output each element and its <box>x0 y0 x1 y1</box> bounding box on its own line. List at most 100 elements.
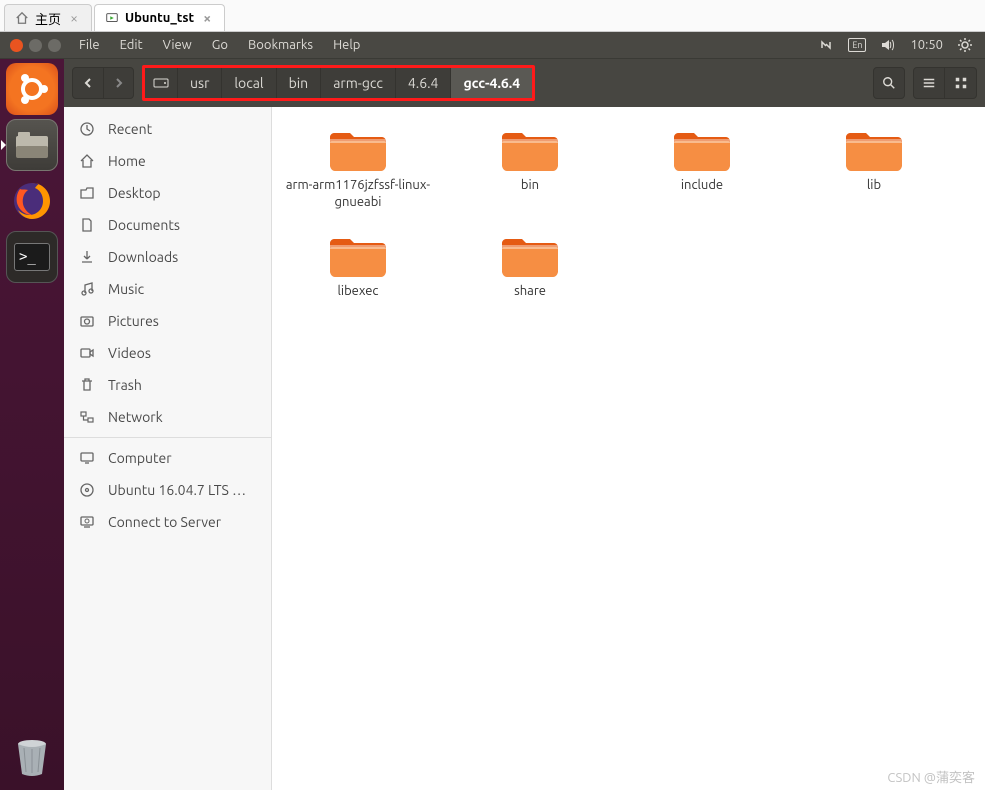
disk-icon[interactable] <box>145 68 177 98</box>
menu-file[interactable]: File <box>71 34 108 56</box>
desktop-icon <box>78 184 96 202</box>
sidebar-item-home[interactable]: Home <box>64 145 271 177</box>
list-view-button[interactable] <box>913 67 945 99</box>
sidebar: Recent Home Desktop Documents Downloads … <box>64 107 272 790</box>
clock[interactable]: 10:50 <box>910 38 943 52</box>
folder-icon <box>330 231 386 277</box>
breadcrumb-seg[interactable]: arm-gcc <box>320 68 395 98</box>
folder-label: bin <box>521 177 539 194</box>
downloads-icon <box>78 248 96 266</box>
host-tab-label: 主页 <box>35 9 61 28</box>
sidebar-item-downloads[interactable]: Downloads <box>64 241 271 273</box>
close-icon[interactable]: × <box>67 10 81 26</box>
menu-view[interactable]: View <box>155 34 200 56</box>
menu-bookmarks[interactable]: Bookmarks <box>240 34 321 56</box>
folder-item[interactable]: arm-arm1176jzfssf-linux-gnueabi <box>272 125 444 211</box>
toolbar: usr local bin arm-gcc 4.6.4 gcc-4.6.4 <box>64 59 985 107</box>
sound-indicator-icon[interactable] <box>880 37 896 53</box>
close-icon[interactable]: × <box>200 10 214 26</box>
home-icon <box>15 11 29 25</box>
menu-edit[interactable]: Edit <box>112 34 151 56</box>
breadcrumb-seg-current[interactable]: gcc-4.6.4 <box>450 68 532 98</box>
sidebar-item-label: Computer <box>108 450 172 466</box>
folder-label: share <box>514 283 546 300</box>
host-tab-home[interactable]: 主页 × <box>4 4 92 31</box>
folder-grid[interactable]: arm-arm1176jzfssf-linux-gnueabi bin includ… <box>272 107 985 790</box>
sidebar-item-computer[interactable]: Computer <box>64 442 271 474</box>
sidebar-item-desktop[interactable]: Desktop <box>64 177 271 209</box>
launcher-files-icon[interactable] <box>6 119 58 171</box>
sidebar-item-trash[interactable]: Trash <box>64 369 271 401</box>
folder-item[interactable]: lib <box>788 125 960 211</box>
gear-icon[interactable] <box>957 37 973 53</box>
launcher-firefox-icon[interactable] <box>6 175 58 227</box>
folder-icon <box>502 231 558 277</box>
sidebar-item-label: Ubuntu 16.04.7 LTS … <box>108 482 246 498</box>
sidebar-item-label: Videos <box>108 345 151 361</box>
launcher-trash-icon[interactable] <box>6 730 58 782</box>
sidebar-item-label: Trash <box>108 377 142 393</box>
folder-icon <box>674 125 730 171</box>
sidebar-item-pictures[interactable]: Pictures <box>64 305 271 337</box>
sidebar-item-label: Downloads <box>108 249 178 265</box>
computer-icon <box>78 449 96 467</box>
folder-label: arm-arm1176jzfssf-linux-gnueabi <box>278 177 438 211</box>
sidebar-item-connect[interactable]: Connect to Server <box>64 506 271 538</box>
window-maximize-button[interactable] <box>48 39 61 52</box>
file-manager-body: Recent Home Desktop Documents Downloads … <box>64 107 985 790</box>
folder-item[interactable]: libexec <box>272 231 444 300</box>
host-tab-label: Ubuntu_tst <box>125 11 194 25</box>
breadcrumb-seg[interactable]: local <box>221 68 275 98</box>
host-tab-ubuntu[interactable]: Ubuntu_tst × <box>94 4 225 31</box>
videos-icon <box>78 344 96 362</box>
sidebar-item-label: Pictures <box>108 313 159 329</box>
input-method-indicator[interactable]: En <box>848 38 866 52</box>
folder-item[interactable]: bin <box>444 125 616 211</box>
documents-icon <box>78 216 96 234</box>
sidebar-item-label: Connect to Server <box>108 514 221 530</box>
sidebar-separator <box>64 437 271 438</box>
breadcrumb-seg[interactable]: 4.6.4 <box>395 68 451 98</box>
folder-label: include <box>681 177 723 194</box>
window-controls <box>0 39 71 52</box>
breadcrumb-seg[interactable]: bin <box>276 68 321 98</box>
icon-view-button[interactable] <box>945 67 977 99</box>
sidebar-item-label: Home <box>108 153 146 169</box>
sidebar-item-videos[interactable]: Videos <box>64 337 271 369</box>
launcher-terminal-icon[interactable]: >_ <box>6 231 58 283</box>
forward-button[interactable] <box>103 68 133 98</box>
sidebar-item-label: Documents <box>108 217 180 233</box>
menubar: File Edit View Go Bookmarks Help En 10:5… <box>0 32 985 59</box>
sidebar-item-recent[interactable]: Recent <box>64 113 271 145</box>
sidebar-item-label: Recent <box>108 121 152 137</box>
pictures-icon <box>78 312 96 330</box>
breadcrumb: usr local bin arm-gcc 4.6.4 gcc-4.6.4 <box>142 65 535 101</box>
launcher-dash-icon[interactable] <box>6 63 58 115</box>
window-minimize-button[interactable] <box>29 39 42 52</box>
sidebar-item-label: Network <box>108 409 163 425</box>
home-icon <box>78 152 96 170</box>
host-tab-bar: 主页 × Ubuntu_tst × <box>0 0 985 32</box>
menu-go[interactable]: Go <box>204 34 236 56</box>
network-icon <box>78 408 96 426</box>
vm-icon <box>105 11 119 25</box>
sidebar-item-label: Desktop <box>108 185 161 201</box>
breadcrumb-seg[interactable]: usr <box>177 68 221 98</box>
sidebar-item-documents[interactable]: Documents <box>64 209 271 241</box>
back-button[interactable] <box>73 68 103 98</box>
vm-viewport: File Edit View Go Bookmarks Help En 10:5… <box>0 32 985 790</box>
sidebar-item-network[interactable]: Network <box>64 401 271 433</box>
sidebar-item-music[interactable]: Music <box>64 273 271 305</box>
network-indicator-icon[interactable] <box>818 37 834 53</box>
disc-icon <box>78 481 96 499</box>
menu-help[interactable]: Help <box>325 34 368 56</box>
folder-item[interactable]: include <box>616 125 788 211</box>
sidebar-item-disc[interactable]: Ubuntu 16.04.7 LTS … <box>64 474 271 506</box>
folder-label: libexec <box>338 283 379 300</box>
folder-icon <box>846 125 902 171</box>
search-button[interactable] <box>873 67 905 99</box>
music-icon <box>78 280 96 298</box>
launcher: >_ <box>0 59 64 790</box>
folder-item[interactable]: share <box>444 231 616 300</box>
window-close-button[interactable] <box>10 39 23 52</box>
